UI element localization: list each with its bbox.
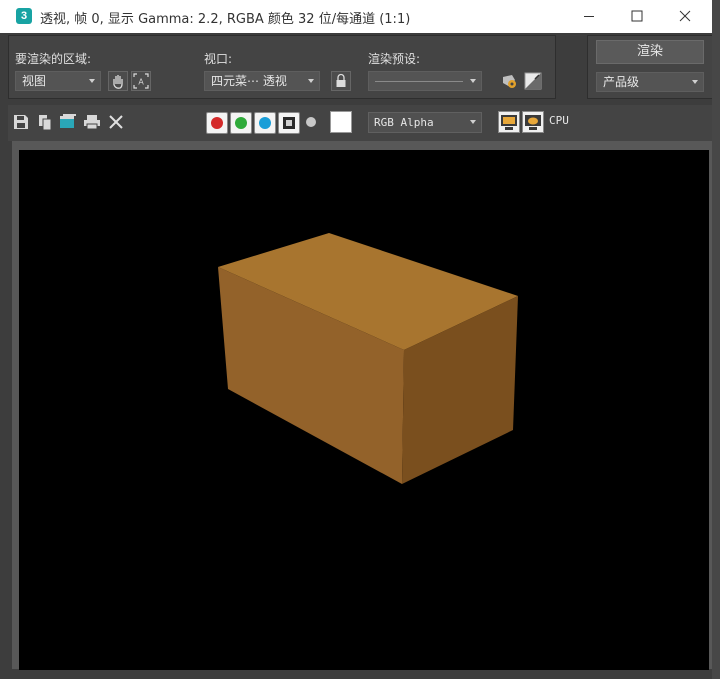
copy-icon[interactable] [36, 113, 54, 131]
quality-value: 产品级 [603, 75, 640, 89]
maximize-icon[interactable] [614, 0, 660, 33]
display-channel-value: RGB Alpha [374, 116, 434, 129]
lock-icon[interactable] [331, 71, 351, 91]
red-dot-icon [211, 117, 223, 129]
render-area-value: 视图 [22, 74, 47, 88]
render-frame-icon[interactable] [498, 111, 520, 133]
save-icon[interactable] [12, 113, 30, 131]
chevron-down-icon [89, 79, 95, 83]
minimize-icon[interactable] [566, 0, 612, 33]
clear-icon[interactable] [107, 113, 125, 131]
chevron-down-icon [470, 120, 476, 124]
render-canvas[interactable] [19, 150, 709, 670]
clone-window-icon[interactable] [59, 113, 77, 131]
monochrome-icon[interactable] [304, 115, 318, 129]
window-title: 透视, 帧 0, 显示 Gamma: 2.2, RGBA 颜色 32 位/每通道… [40, 12, 411, 27]
window-edge [712, 0, 720, 679]
render-settings-panel: 要渲染的区域: 视图 A 视口: 四元菜⋯ 透视 渲染预设: [8, 35, 556, 99]
viewport-value: 四元菜⋯ 透视 [211, 74, 287, 88]
display-channel-dropdown[interactable]: RGB Alpha [368, 112, 482, 133]
render-teapot-icon[interactable] [522, 111, 544, 133]
preset-settings-icon[interactable] [499, 71, 519, 91]
clear-color-swatch[interactable] [330, 111, 352, 133]
green-dot-icon [235, 117, 247, 129]
render-frame-area [12, 141, 712, 670]
rendered-box-image [218, 233, 518, 484]
quality-dropdown[interactable]: 产品级 [596, 72, 704, 92]
chevron-down-icon [692, 80, 698, 84]
green-channel-toggle[interactable] [230, 112, 252, 134]
alpha-inner-icon [286, 120, 292, 126]
preset-label: 渲染预设: [368, 52, 421, 66]
svg-text:A: A [138, 78, 144, 87]
blue-dot-icon [259, 117, 271, 129]
title-bar: 3 透视, 帧 0, 显示 Gamma: 2.2, RGBA 颜色 32 位/每… [0, 0, 720, 33]
alpha-channel-toggle[interactable] [278, 112, 300, 134]
auto-region-icon[interactable]: A [131, 71, 151, 91]
print-icon[interactable] [83, 113, 101, 131]
viewport-label: 视口: [204, 52, 233, 66]
render-area-dropdown[interactable]: 视图 [15, 71, 101, 91]
render-device-label: CPU [549, 114, 569, 127]
close-icon[interactable] [662, 0, 708, 33]
app-logo-icon: 3 [16, 8, 32, 24]
frame-toolbar: RGB Alpha CPU [8, 105, 712, 141]
render-action-panel: 渲染 产品级 [587, 35, 714, 99]
red-channel-toggle[interactable] [206, 112, 228, 134]
chevron-down-icon [308, 79, 314, 83]
render-area-label: 要渲染的区域: [15, 52, 92, 66]
preset-dropdown[interactable] [368, 71, 482, 91]
chevron-down-icon [470, 79, 476, 83]
environment-icon[interactable] [523, 71, 543, 91]
pan-hand-icon[interactable] [108, 71, 128, 91]
blue-channel-toggle[interactable] [254, 112, 276, 134]
viewport-dropdown[interactable]: 四元菜⋯ 透视 [204, 71, 320, 91]
preset-empty-line [375, 81, 463, 82]
render-button[interactable]: 渲染 [596, 40, 704, 64]
